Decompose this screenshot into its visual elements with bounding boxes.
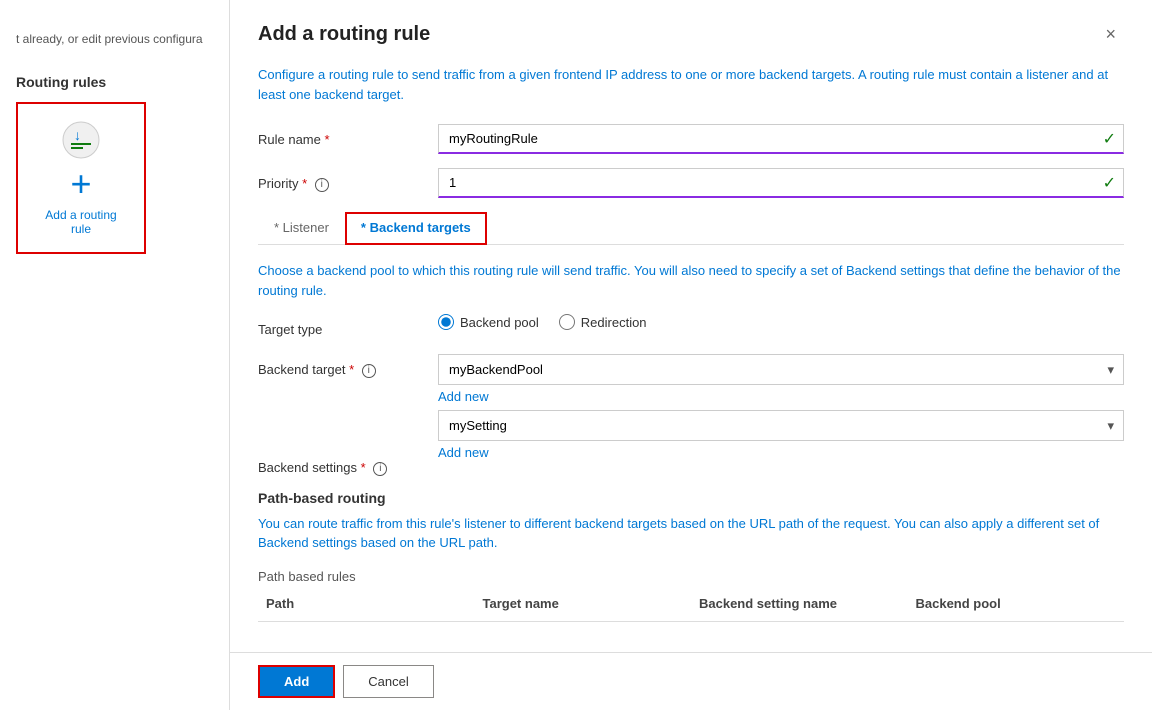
required-indicator: * [325, 132, 330, 147]
rule-name-input-wrapper: ✓ [438, 124, 1124, 154]
plus-icon: + [70, 166, 91, 202]
path-based-rules-label: Path based rules [258, 569, 1124, 584]
dialog-title: Add a routing rule [258, 23, 430, 46]
svg-text:↓: ↓ [74, 127, 81, 143]
dialog-header: Add a routing rule × [230, 0, 1152, 65]
routing-rules-section: Routing rules ↓ + Add a routingrule [0, 58, 229, 270]
backend-target-label: Backend target * i [258, 354, 438, 378]
routing-icon: ↓ [61, 120, 101, 160]
backend-target-field: myBackendPool ▾ Add new mySetting ▾ Add … [438, 354, 1124, 466]
path-routing-desc: You can route traffic from this rule's l… [258, 514, 1124, 553]
target-type-radio-group: Backend pool Redirection [438, 314, 1124, 330]
target-type-field: Backend pool Redirection [438, 314, 1124, 340]
dialog-body: Configure a routing rule to send traffic… [230, 65, 1152, 652]
sidebar-description: t already, or edit previous configura [0, 20, 229, 58]
close-button[interactable]: × [1097, 20, 1124, 49]
path-routing-section: Path-based routing You can route traffic… [258, 490, 1124, 622]
radio-backend-pool-input[interactable] [438, 314, 454, 330]
backend-target-row: Backend target * i myBackendPool ▾ Add n… [258, 354, 1124, 466]
priority-info-icon[interactable]: i [315, 178, 329, 192]
priority-label: Priority * i [258, 168, 438, 192]
backend-settings-select-wrapper: mySetting ▾ [438, 410, 1124, 441]
dialog-description: Configure a routing rule to send traffic… [258, 65, 1124, 104]
table-header: Path Target name Backend setting name Ba… [258, 592, 1124, 622]
priority-field: ✓ [438, 168, 1124, 198]
add-routing-rule-button[interactable]: ↓ + Add a routingrule [16, 102, 146, 254]
tab-bar: * Listener * Backend targets [258, 212, 1124, 245]
backend-target-select[interactable]: myBackendPool [438, 354, 1124, 385]
tab-listener[interactable]: * Listener [258, 212, 345, 245]
rule-name-row: Rule name * ✓ [258, 124, 1124, 154]
priority-input-wrapper: ✓ [438, 168, 1124, 198]
routing-icon-container: ↓ [61, 120, 101, 160]
radio-backend-pool-label: Backend pool [460, 315, 539, 330]
target-type-row: Target type Backend pool Redirection [258, 314, 1124, 340]
target-type-label: Target type [258, 314, 438, 337]
sidebar: t already, or edit previous configura Ro… [0, 0, 230, 710]
add-new-backend-link[interactable]: Add new [438, 389, 1124, 404]
priority-check-icon: ✓ [1103, 173, 1116, 193]
radio-redirection-label: Redirection [581, 315, 647, 330]
backend-target-info-icon[interactable]: i [362, 364, 376, 378]
cancel-button[interactable]: Cancel [343, 665, 433, 698]
backend-settings-info-icon[interactable]: i [373, 462, 387, 476]
col-path: Path [258, 592, 475, 615]
path-routing-title: Path-based routing [258, 490, 1124, 506]
check-icon: ✓ [1103, 129, 1116, 149]
radio-redirection[interactable]: Redirection [559, 314, 647, 330]
close-icon: × [1105, 24, 1116, 44]
add-button[interactable]: Add [258, 665, 335, 698]
backend-target-select-wrapper: myBackendPool ▾ [438, 354, 1124, 385]
radio-redirection-input[interactable] [559, 314, 575, 330]
priority-input[interactable] [438, 168, 1124, 198]
routing-rules-title: Routing rules [16, 74, 213, 90]
col-target-name: Target name [475, 592, 692, 615]
backend-settings-select[interactable]: mySetting [438, 410, 1124, 441]
col-backend-pool: Backend pool [908, 592, 1125, 615]
backend-section-description: Choose a backend pool to which this rout… [258, 261, 1124, 300]
rule-name-field: ✓ [438, 124, 1124, 154]
priority-row: Priority * i ✓ [258, 168, 1124, 198]
priority-required: * [302, 176, 307, 191]
add-routing-rule-label: Add a routingrule [45, 208, 116, 236]
tab-backend-targets[interactable]: * Backend targets [345, 212, 487, 245]
rule-name-label: Rule name * [258, 124, 438, 147]
rule-name-input[interactable] [438, 124, 1124, 154]
radio-backend-pool[interactable]: Backend pool [438, 314, 539, 330]
add-routing-rule-dialog: Add a routing rule × Configure a routing… [230, 0, 1152, 710]
col-backend-setting: Backend setting name [691, 592, 908, 615]
add-new-settings-link[interactable]: Add new [438, 445, 1124, 460]
main-panel: Add a routing rule × Configure a routing… [230, 0, 1152, 710]
dialog-footer: Add Cancel [230, 652, 1152, 710]
